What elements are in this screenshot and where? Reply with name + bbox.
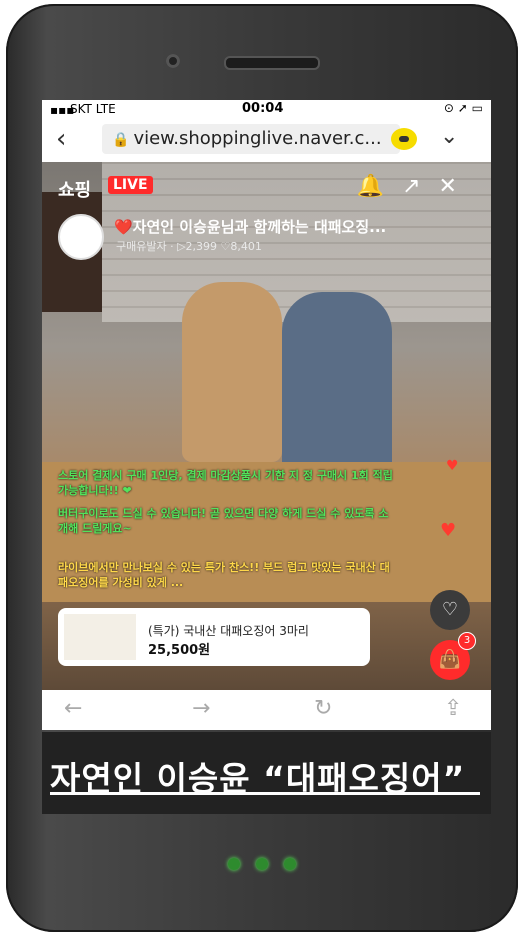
chat-message: 버터구이로도 드실 수 있습니다! 곧 있으면 다양 하게 드실 수 있도록 소… (58, 507, 389, 535)
top-controls[interactable]: 🔔↗✕ (357, 174, 475, 199)
browser-back-icon[interactable]: ← (64, 696, 82, 721)
back-icon[interactable]: ‹ (56, 124, 66, 154)
caption-banner: 자연인 이승윤 “대패오징어” (42, 732, 491, 814)
front-camera (166, 54, 180, 68)
heart-icon: ♥ (440, 520, 457, 541)
reload-icon[interactable]: ↻ (314, 696, 332, 721)
caption-underline (50, 792, 480, 795)
product-card[interactable]: (특가) 국내산 대패오징어 3마리 25,500원 (58, 608, 370, 666)
earpiece-speaker (224, 56, 320, 70)
carrier-label: SKT LTE (70, 102, 116, 116)
phone-screen: ▪▪▪ SKT LTE 00:04 ⊙ ➚ ▭ ‹ 🔒 view.shopping… (42, 100, 491, 730)
indicator-dot (284, 858, 296, 870)
live-title: ❤️자연인 이승윤님과 함께하는 대패오징... (114, 218, 387, 236)
channel-avatar[interactable] (58, 214, 104, 260)
share-icon[interactable]: ⇪ (444, 696, 462, 721)
indicator-dot (228, 858, 240, 870)
heart-icon: ♥ (446, 458, 459, 474)
indicator-dot (256, 858, 268, 870)
chat-message: 라이브에서만 만나보실 수 있는 특가 찬스!! 부드 럽고 맛있는 국내산 대… (58, 561, 390, 589)
cart-count-badge: 3 (458, 632, 476, 650)
browser-toolbar: ← → ↻ ⇪ (42, 690, 491, 730)
kakaotalk-icon[interactable] (391, 128, 417, 150)
product-thumbnail (64, 614, 136, 660)
indicator-lights (226, 858, 306, 878)
clock: 00:04 (242, 101, 284, 116)
status-bar: ▪▪▪ SKT LTE 00:04 ⊙ ➚ ▭ (42, 100, 491, 118)
browser-address-bar: ‹ 🔒 view.shoppinglive.naver.c... ⌄ (42, 118, 491, 162)
live-badge: LIVE (108, 176, 153, 194)
lock-icon: 🔒 (112, 132, 130, 148)
browser-forward-icon[interactable]: → (192, 696, 210, 721)
product-name: (특가) 국내산 대패오징어 3마리 (148, 624, 309, 638)
live-stats: 구매유발자 · ▷2,399 ♡8,401 (116, 240, 262, 253)
host-man (282, 292, 392, 482)
chevron-down-icon[interactable]: ⌄ (440, 124, 458, 149)
product-price: 25,500원 (148, 643, 211, 658)
chat-message: 스토어 결제시 구매 1인당, 결제 마감상품시 기한 지 정 구매시 1회 적… (58, 469, 393, 497)
battery-icon: ⊙ ➚ ▭ (443, 101, 483, 115)
like-button[interactable]: ♡ (430, 590, 470, 630)
url-field[interactable]: 🔒 view.shoppinglive.naver.c... (102, 124, 400, 154)
url-text: view.shoppinglive.naver.c... (133, 128, 382, 149)
host-woman (182, 282, 282, 462)
live-video: 쇼핑 LIVE 🔔↗✕ ❤️자연인 이승윤님과 함께하는 대패오징... 구매유… (42, 162, 491, 690)
shopping-logo: 쇼핑 (58, 180, 92, 201)
